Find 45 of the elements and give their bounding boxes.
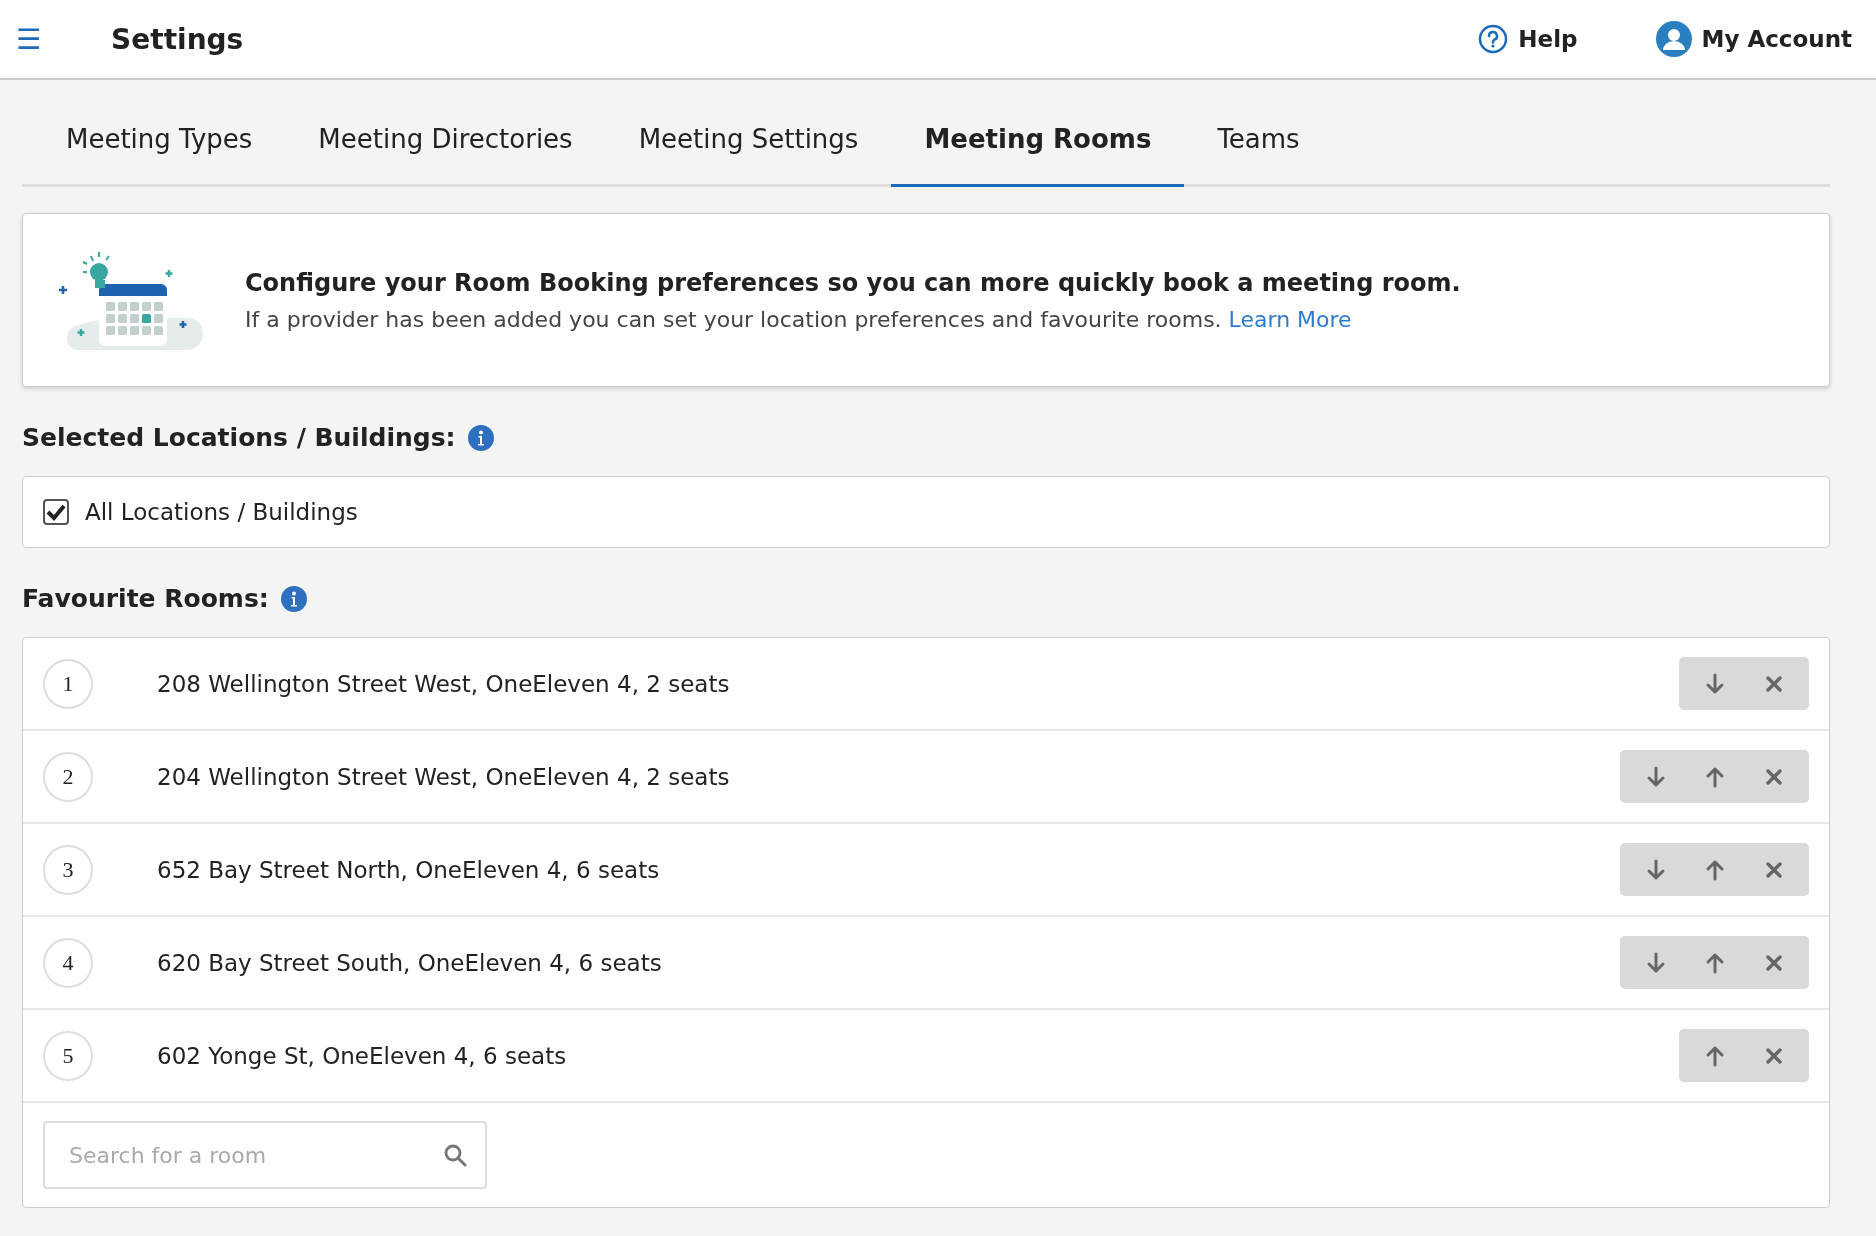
close-icon [1764, 767, 1783, 786]
section-heading: Favourite Rooms: [22, 584, 269, 613]
close-icon [1764, 674, 1783, 693]
close-icon [1764, 953, 1783, 972]
help-link[interactable]: Help [1478, 24, 1578, 54]
room-search-field[interactable]: Search for a room [43, 1121, 487, 1189]
checkbox-label: All Locations / Buildings [85, 499, 358, 525]
close-icon [1764, 1046, 1783, 1065]
room-name: 652 Bay Street North, OneEleven 4, 6 seats [157, 856, 661, 883]
page-title: Settings [111, 22, 245, 56]
menu-button[interactable]: ☰ [16, 22, 42, 56]
down-arrow-icon [1704, 672, 1725, 695]
up-arrow-icon [1704, 1044, 1725, 1067]
up-arrow-icon [1704, 858, 1725, 881]
down-arrow-icon [1645, 765, 1666, 788]
room-name: 204 Wellington Street West, OneEleven 4, 2 seats [157, 763, 731, 790]
checkbox[interactable] [43, 499, 69, 525]
tab[interactable]: Meeting Directories [285, 80, 606, 187]
section-heading: Selected Locations / Buildings: [22, 423, 456, 452]
banner-text: If a provider has been added you can set your location preferences and favourite rooms. Learn More [245, 306, 1353, 332]
help-icon [1478, 24, 1509, 54]
banner-heading: Configure your Room Booking preferences so you can more quickly book a meeting room. [245, 268, 1461, 297]
tab[interactable]: Meeting Types [33, 80, 286, 187]
room-name: 602 Yonge St, OneEleven 4, 6 seats [157, 1042, 568, 1069]
info-icon[interactable] [467, 424, 494, 451]
close-icon [1764, 860, 1783, 879]
search-icon [443, 1143, 467, 1167]
info-icon[interactable] [280, 585, 307, 612]
tab[interactable]: Meeting Settings [605, 80, 892, 187]
learn-more-link[interactable]: Learn More [1228, 306, 1352, 332]
rank-number: 5 [43, 1030, 93, 1081]
tab[interactable]: Meeting Rooms [891, 80, 1185, 187]
account-link[interactable]: My Account [1655, 21, 1852, 57]
down-arrow-icon [1645, 858, 1666, 881]
user-avatar-icon [1655, 21, 1692, 57]
up-arrow-icon [1704, 951, 1725, 974]
down-arrow-icon [1645, 951, 1666, 974]
rank-number: 3 [43, 844, 93, 895]
tab[interactable]: Teams [1184, 80, 1333, 187]
room-name: 620 Bay Street South, OneEleven 4, 6 seats [157, 949, 663, 976]
room-name: 208 Wellington Street West, OneEleven 4, 2 seats [157, 670, 731, 697]
up-arrow-icon [1704, 765, 1725, 788]
rank-number: 4 [43, 937, 93, 988]
rank-number: 1 [43, 658, 93, 709]
rank-number: 2 [43, 751, 93, 802]
